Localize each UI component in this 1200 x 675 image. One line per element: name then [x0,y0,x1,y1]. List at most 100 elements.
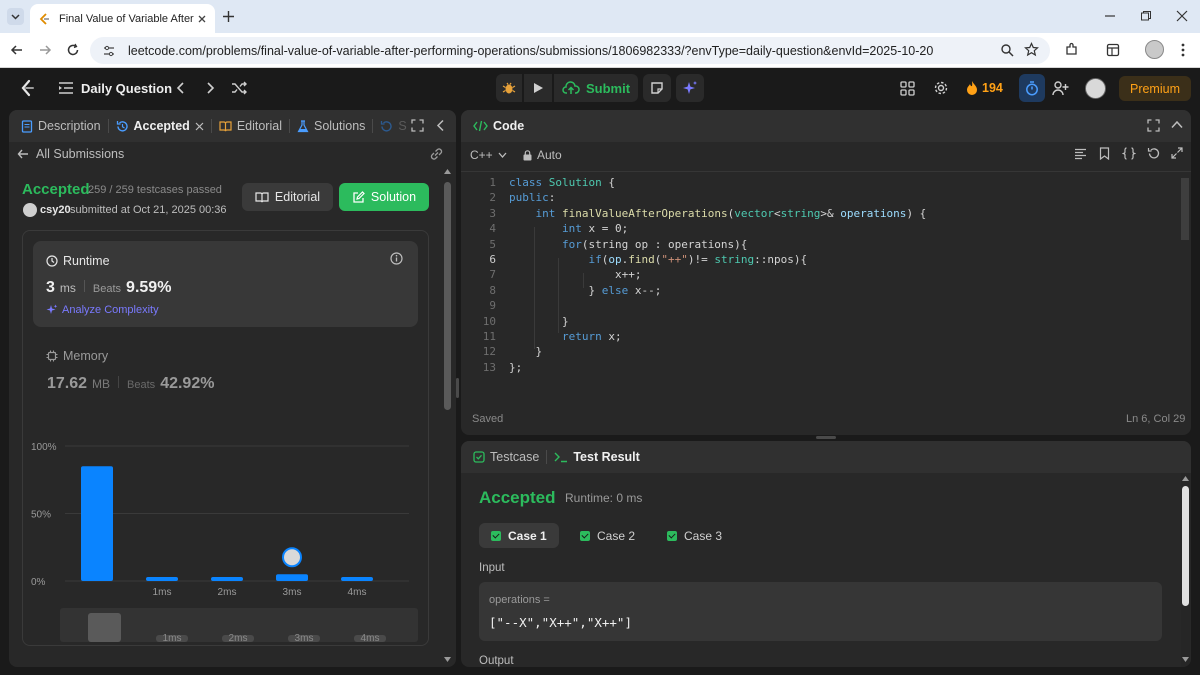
maximize-icon[interactable] [411,119,424,132]
editor-scrollbar-thumb[interactable] [1181,178,1189,240]
browser-tab[interactable]: Final Value of Variable After Per [30,4,215,33]
debug-button[interactable] [496,74,522,102]
result-scrollbar-thumb[interactable] [1182,486,1189,606]
code-editor[interactable]: 1 class Solution { 2 public: 3 int finalVa… [466,175,927,375]
extensions-icon[interactable] [1064,42,1079,57]
new-tab-icon[interactable] [222,10,235,23]
y-tick-label: 100% [31,442,57,453]
back-arrow-icon[interactable] [17,148,29,160]
premium-button[interactable]: Premium [1119,76,1191,101]
ai-assist-button[interactable] [676,74,704,102]
forward-arrow-icon[interactable] [38,43,52,57]
leetcode-logo-icon[interactable] [18,78,38,98]
run-button[interactable] [524,74,552,102]
tab-submissions[interactable]: S [373,119,413,133]
language-selector[interactable]: C++ [470,148,507,162]
scroll-down-icon[interactable] [1181,656,1190,663]
collapse-up-icon[interactable] [1171,120,1183,129]
maximize-icon[interactable] [1147,119,1160,132]
add-friend-icon[interactable] [1052,80,1069,96]
shuffle-icon[interactable] [231,80,247,96]
reset-icon[interactable] [1147,147,1160,160]
line-number: 10 [482,314,496,328]
streak-counter[interactable]: 194 [966,80,1003,96]
sparkle-icon [683,81,697,94]
expand-icon[interactable] [1171,147,1183,159]
user-avatar[interactable] [1085,78,1106,99]
problem-list-icon[interactable] [58,81,74,95]
input-box[interactable]: operations = ["--X","X++","X++"] [479,582,1162,641]
tab-search-button[interactable] [7,8,24,25]
braces-icon[interactable] [1122,147,1136,160]
memory-card[interactable]: Memory [46,349,108,363]
site-info-icon[interactable] [102,44,116,58]
back-arrow-icon[interactable] [10,43,24,57]
test-result-tab-label: Test Result [573,450,640,464]
code-line: 6 if(op.find("++")!= string::npos){ [466,252,926,267]
test-result-panel: Testcase Test Result Accepted Runtime: 0… [461,441,1191,667]
edit-icon [353,190,365,203]
horizontal-resize-handle[interactable] [816,436,836,439]
case-3-button[interactable]: Case 3 [655,523,734,548]
more-menu-icon[interactable] [1180,42,1186,58]
tab-test-result[interactable]: Test Result [547,450,646,464]
nav-title[interactable]: Daily Question [81,81,172,96]
info-icon[interactable] [390,252,403,265]
address-bar[interactable]: leetcode.com/problems/final-value-of-var… [90,37,1050,64]
submit-button[interactable]: Submit [554,74,638,102]
input-var-name: operations = [489,594,550,606]
overview-bar [88,613,121,642]
side-panel-icon[interactable] [1106,43,1120,57]
tab-accepted[interactable]: Accepted [109,119,211,133]
bookmark-icon[interactable] [1099,147,1110,160]
settings-gear-icon[interactable] [933,80,949,96]
prev-problem-icon[interactable] [176,81,186,95]
scroll-up-icon[interactable] [1181,475,1190,482]
bookmark-star-icon[interactable] [1024,42,1039,57]
next-problem-icon[interactable] [205,81,215,95]
tab-editorial[interactable]: Editorial [212,119,289,133]
notes-button[interactable] [643,74,671,102]
check-icon [491,530,501,541]
zoom-icon[interactable] [1000,43,1014,57]
runtime-distribution-chart[interactable]: 100% 50% 0% 1ms 2ms 3ms 4ms 1ms 2ms 3ms 4ms [23,426,428,646]
case-2-button[interactable]: Case 2 [568,523,647,548]
runtime-card[interactable]: Runtime 3 ms Beats 9.59% Analyze Complex… [33,241,418,327]
note-icon [651,82,663,94]
tab-editorial-label: Editorial [236,119,282,133]
memory-label: Memory [63,349,109,363]
layout-grid-icon[interactable] [900,81,915,96]
minimize-icon[interactable] [1104,10,1116,22]
scroll-down-icon[interactable] [443,656,452,663]
timer-button[interactable] [1019,74,1045,102]
analyze-complexity-link[interactable]: Analyze Complexity [46,304,159,316]
tab-description[interactable]: Description [14,119,108,133]
runtime-beats-value: 9.59% [126,279,172,296]
tab-solutions[interactable]: Solutions [290,119,372,133]
reload-icon[interactable] [66,43,80,57]
x-tick-label: 4ms [348,587,367,598]
left-scrollbar-thumb[interactable] [444,182,451,410]
restore-icon[interactable] [1140,10,1152,22]
case-1-button[interactable]: Case 1 [479,523,559,548]
close-window-icon[interactable] [1176,10,1188,22]
all-submissions-link[interactable]: All Submissions [36,147,124,161]
collapse-left-icon[interactable] [436,119,445,132]
line-number: 5 [489,237,496,251]
profile-avatar[interactable] [1145,40,1164,59]
tab-testcase[interactable]: Testcase [466,450,546,464]
format-icon[interactable] [1074,148,1087,160]
document-icon [21,119,33,133]
close-icon[interactable] [197,14,207,24]
solution-button[interactable]: Solution [339,183,429,211]
scroll-up-icon[interactable] [443,168,452,175]
leetcode-navbar: Daily Question Submit 194 Premium [0,68,1200,109]
submitter-name[interactable]: csy20 [40,204,71,216]
close-tab-icon[interactable] [195,122,204,131]
editorial-button[interactable]: Editorial [242,183,333,211]
overview-tick-label: 2ms [229,633,248,644]
auto-mode-toggle[interactable]: Auto [523,148,562,162]
memory-beats-value: 42.92% [160,375,215,392]
link-icon[interactable] [429,147,444,161]
vertical-resize-handle[interactable] [456,378,459,398]
